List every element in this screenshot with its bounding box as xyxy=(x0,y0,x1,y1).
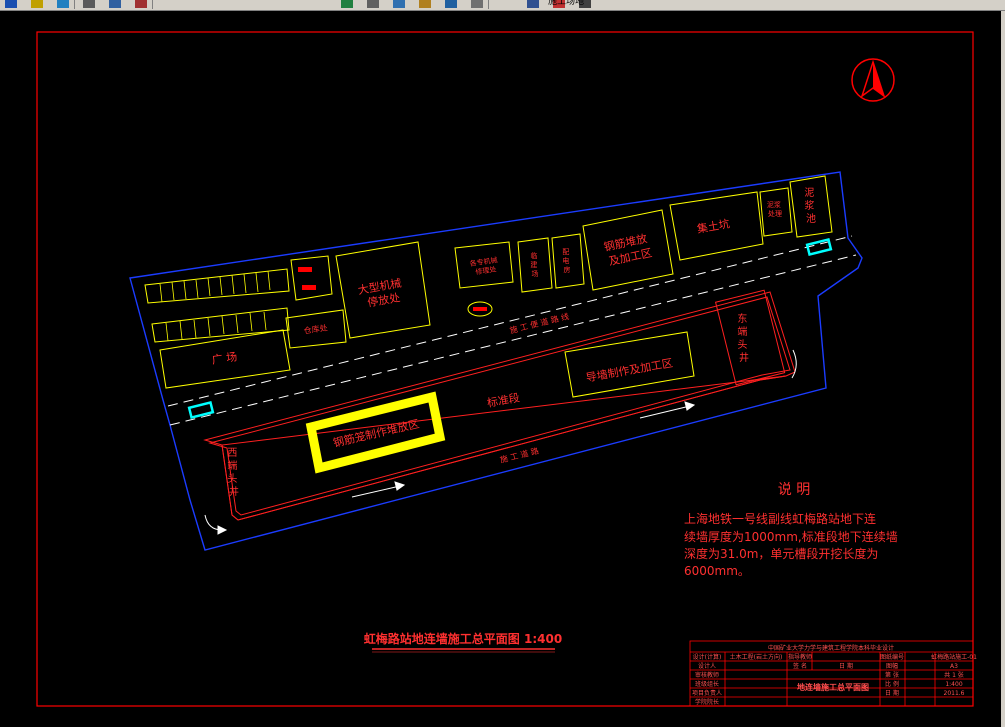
label-standard-section: 标准段 xyxy=(486,390,521,410)
cad-toolbar: 施工场地 xyxy=(0,0,1005,11)
tool-palettes-icon[interactable] xyxy=(419,0,431,8)
marker xyxy=(298,267,312,272)
zoom-previous-icon[interactable] xyxy=(341,0,353,8)
label-west-well: 西 端 头 井 xyxy=(227,448,240,498)
svg-text:指导教师: 指导教师 xyxy=(788,653,812,661)
zoom-window-icon[interactable] xyxy=(135,0,147,8)
svg-text:2011.6: 2011.6 xyxy=(944,690,965,697)
svg-text:土木工程(岩土方向): 土木工程(岩土方向) xyxy=(730,653,783,661)
label-station1: 临 建 场 xyxy=(530,251,539,278)
label-temp-road: 施 工 便 道 路 线 xyxy=(509,311,570,335)
svg-text:图幅: 图幅 xyxy=(886,662,898,670)
undo-icon[interactable] xyxy=(31,0,43,8)
north-arrow-icon xyxy=(851,58,895,102)
svg-text:A3: A3 xyxy=(950,663,958,670)
label-mech-repair: 各专机械 修理处 xyxy=(469,255,501,277)
label-rebar-stack: 钢筋堆放 及加工区 xyxy=(602,230,654,268)
layer-icon[interactable] xyxy=(445,0,457,8)
label-spoil: 集土坑 xyxy=(696,216,731,236)
label-station2: 配 电 房 xyxy=(562,248,571,274)
drawing-frame xyxy=(36,31,974,707)
svg-text:设计人: 设计人 xyxy=(698,662,716,670)
svg-text:日 期: 日 期 xyxy=(839,662,853,670)
label-warehouse: 仓库处 xyxy=(303,322,328,335)
svg-text:班级组长: 班级组长 xyxy=(695,680,719,688)
toolbar-separator xyxy=(488,0,489,9)
design-center-icon[interactable] xyxy=(393,0,405,8)
svg-text:共 1 张: 共 1 张 xyxy=(944,671,964,679)
marker xyxy=(302,285,316,290)
svg-text:图纸编号: 图纸编号 xyxy=(880,653,904,661)
svg-text:审核教师: 审核教师 xyxy=(695,671,719,679)
properties-icon[interactable] xyxy=(367,0,379,8)
svg-text:项目负责人: 项目负责人 xyxy=(692,689,722,697)
pan-icon[interactable] xyxy=(83,0,95,8)
svg-text:第 张: 第 张 xyxy=(885,671,899,679)
site-boundary xyxy=(129,171,863,551)
save-icon[interactable] xyxy=(5,0,17,8)
layer-state-icon[interactable] xyxy=(527,0,539,8)
toolbar-separator xyxy=(152,0,153,9)
label-mud-tank: 泥浆 处理 xyxy=(767,200,783,218)
toolbar-separator xyxy=(74,0,75,9)
flow-arrows xyxy=(204,349,797,535)
svg-text:签 名: 签 名 xyxy=(793,662,807,670)
svg-text:1:400: 1:400 xyxy=(945,681,962,688)
label-plaza: 广 场 xyxy=(211,349,238,366)
label-east-well: 东 端 头 井 xyxy=(737,312,750,364)
svg-text:地连墙施工总平面图: 地连墙施工总平面图 xyxy=(797,682,869,692)
layer-dropdown[interactable]: 施工场地 xyxy=(548,0,584,8)
svg-text:中国矿业大学力学与建筑工程学院本科毕业设计: 中国矿业大学力学与建筑工程学院本科毕业设计 xyxy=(768,644,894,652)
marker xyxy=(473,307,487,311)
label-large-machinery: 大型机械 停放处 xyxy=(357,275,409,311)
layer-previous-icon[interactable] xyxy=(471,0,483,8)
label-guide-wall: 导墙制作及加工区 xyxy=(585,356,674,385)
svg-text:设计(计算): 设计(计算) xyxy=(693,653,722,661)
redo-icon[interactable] xyxy=(57,0,69,8)
notes-body: 上海地铁一号线副线虹梅路站地下连 续墙厚度为1000mm,标准段地下连续墙 深度… xyxy=(684,511,902,578)
drawing-title: 虹梅路站地连墙施工总平面图 1:400 xyxy=(364,631,562,646)
site-buildings xyxy=(144,175,833,398)
svg-text:日 期: 日 期 xyxy=(885,689,899,697)
notes-heading: 说 明 xyxy=(778,482,810,498)
svg-text:学院院长: 学院院长 xyxy=(695,698,719,706)
label-mud-pit: 泥 浆 池 xyxy=(804,186,817,225)
svg-text:虹梅路站施工-01: 虹梅路站施工-01 xyxy=(931,653,977,661)
drawing-canvas: 大型机械 停放处 广 场 仓库处 各专机械 修理处 钢筋堆放 及加工区 集土坑 … xyxy=(36,31,977,707)
zoom-realtime-icon[interactable] xyxy=(109,0,121,8)
svg-text:比 例: 比 例 xyxy=(885,680,899,688)
